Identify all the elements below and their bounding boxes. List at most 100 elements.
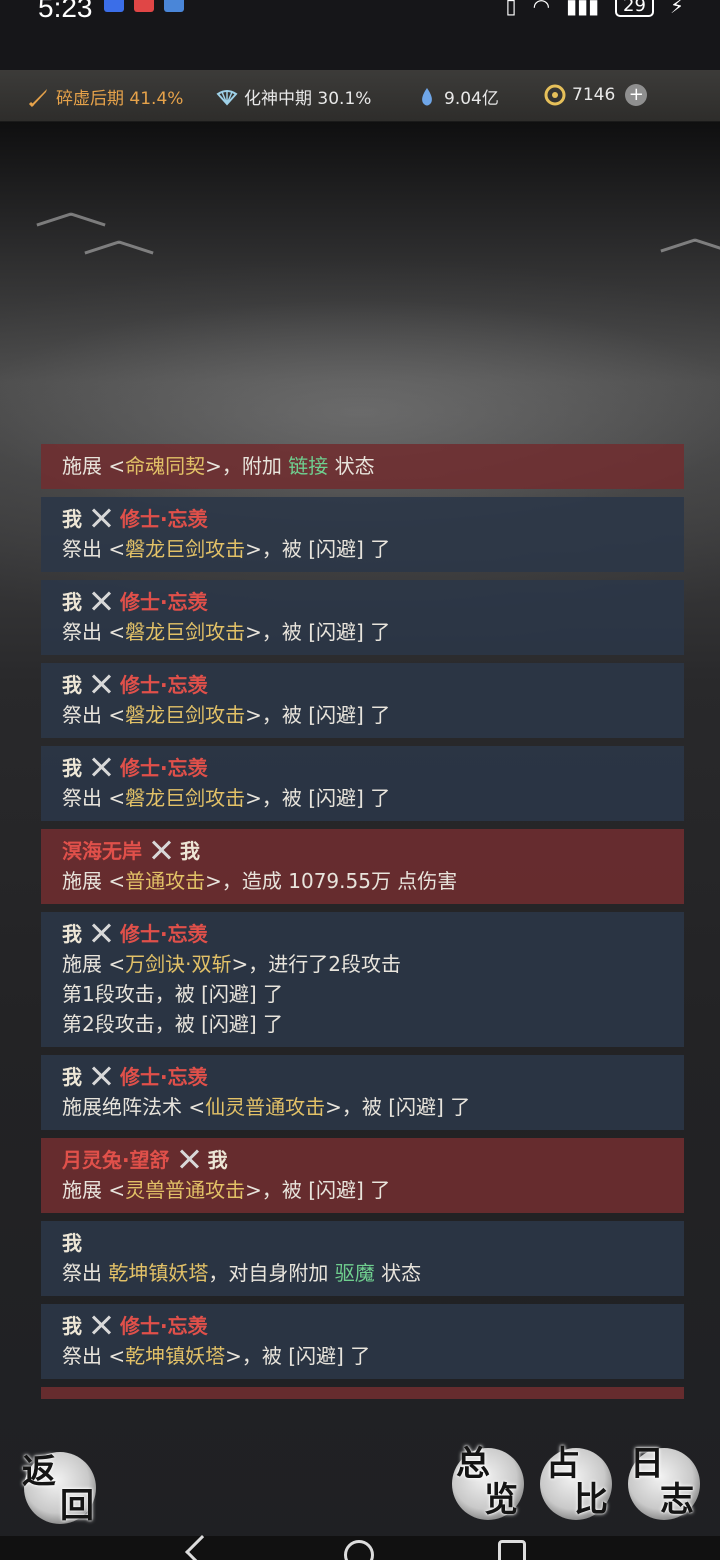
target-name: 我: [180, 839, 200, 863]
log-text: 第2段攻击，被 [闪避] 了: [62, 1012, 284, 1036]
currency[interactable]: 7146 +: [544, 84, 648, 106]
log-entry: 我 修士·忘羡 祭出 <磐龙巨剑攻击>，被 [闪避] 了: [41, 580, 684, 655]
battery-icon: 29: [615, 0, 654, 17]
log-entry: 我 修士·忘羡 祭出 <磐龙巨剑攻击>，被 [闪避] 了: [41, 663, 684, 738]
blue-app-icon: [164, 0, 184, 12]
log-entry: 月灵兔·望舒 我施展 <灵兽普通攻击>，被 [闪避] 了: [41, 1138, 684, 1213]
log-entry: 我 修士·忘羡 施展绝阵法术 <仙灵普通攻击>，被 [闪避] 了: [41, 1055, 684, 1130]
log-text: 祭出 <: [62, 786, 126, 810]
log-text: ，对自身附加: [208, 1261, 335, 1285]
journal-label-bottom: 志: [660, 1480, 694, 1520]
target-name: 修士·忘羡: [120, 590, 208, 614]
log-entry-text: 施展绝阵法术 <仙灵普通攻击>，被 [闪避] 了: [62, 1092, 663, 1122]
nav-recents-icon[interactable]: [498, 1540, 526, 1560]
attacker-name: 我: [62, 1231, 82, 1255]
target-name: 修士·忘羡: [120, 1065, 208, 1089]
log-entry-header: 我 修士·忘羡: [62, 919, 663, 949]
target-name: 我: [207, 1148, 228, 1172]
log-entry: 我 修士·忘羡 祭出 <磐龙巨剑攻击>，被 [闪避] 了: [41, 746, 684, 821]
skill-name: 磐龙巨剑攻击: [125, 620, 246, 644]
attacker-name: 我: [62, 756, 82, 780]
log-text: 施展 <: [62, 1178, 126, 1202]
crossed-swords-icon: [88, 1065, 114, 1087]
main-cultivation[interactable]: 碎虚后期 41.4%: [28, 84, 183, 109]
nav-home-icon[interactable]: [344, 1540, 374, 1560]
wifi-icon: ◠: [532, 0, 551, 18]
skill-name: 万剑诀·双斩: [125, 952, 232, 976]
attacker-name: 我: [62, 1314, 82, 1338]
target-name: 修士·忘羡: [120, 1314, 208, 1338]
crossed-swords-icon: [88, 922, 114, 944]
log-entry-text: 祭出 <磐龙巨剑攻击>，被 [闪避] 了: [62, 783, 663, 813]
crossed-swords-icon: [88, 507, 114, 529]
crane-decoration: [36, 210, 106, 230]
resource-bar: 碎虚后期 41.4% 化神中期 30.1% 9.04亿 7146 +: [0, 70, 720, 122]
log-entry-text: 第2段攻击，被 [闪避] 了: [62, 1009, 663, 1039]
crossed-swords-icon: [88, 1314, 114, 1336]
log-entry-text: 祭出 <磐龙巨剑攻击>，被 [闪避] 了: [62, 617, 663, 647]
log-text: >，造成 1079.55万 点伤害: [205, 869, 458, 893]
back-label-bottom: 回: [60, 1486, 94, 1526]
log-entry: 我 修士·忘羡祭出 <磐龙巨剑攻击>，被 [闪避] 了: [41, 497, 684, 572]
log-text: 状态: [328, 454, 375, 478]
target-name: 修士·忘羡: [120, 922, 208, 946]
log-text: >，附加: [205, 454, 289, 478]
back-label-top: 返: [22, 1452, 56, 1492]
log-text: 施展绝阵法术 <: [62, 1095, 206, 1119]
log-text: >，进行了2段攻击: [231, 952, 401, 976]
system-nav-bar: [0, 1535, 720, 1560]
log-text: >，被 [闪避] 了: [245, 1178, 391, 1202]
nav-back-icon[interactable]: [185, 1535, 219, 1560]
log-text: 祭出 <: [62, 537, 126, 561]
ratio-label-bottom: 比: [574, 1480, 608, 1520]
log-entry-header: 溟海无岸 我: [62, 836, 663, 866]
attacker-name: 我: [62, 507, 82, 531]
log-text: 祭出 <: [62, 703, 126, 727]
log-entry-text: 施展 <灵兽普通攻击>，被 [闪避] 了: [62, 1175, 663, 1205]
secondary-cultivation[interactable]: 化神中期 30.1%: [216, 84, 371, 109]
charging-icon: ⚡: [669, 0, 684, 18]
log-entry-partial: [41, 1387, 684, 1399]
log-entry: 溟海无岸 我施展 <普通攻击>，造成 1079.55万 点伤害: [41, 829, 684, 904]
attacker-name: 我: [62, 922, 82, 946]
target-name: 修士·忘羡: [120, 673, 208, 697]
combat-log[interactable]: 施展 <命魂同契>，附加 链接 状态我修士·忘羡 祭出 <磐龙巨剑攻击>，被 [闪…: [41, 444, 684, 1399]
log-entry: 施展 <命魂同契>，附加 链接 状态: [41, 444, 684, 489]
crossed-swords-icon: [176, 1148, 202, 1170]
crane-decoration: [660, 236, 720, 256]
fan-icon: [216, 89, 238, 105]
signal-icon: ▮▮▮: [566, 0, 600, 18]
notification-icons: [104, 0, 184, 12]
log-entry: 我 修士·忘羡 祭出 <乾坤镇妖塔>，被 [闪避] 了: [41, 1304, 684, 1379]
plus-icon[interactable]: +: [625, 84, 648, 106]
log-text: >，被 [闪避] 了: [245, 620, 391, 644]
log-entry-header: 月灵兔·望舒 我: [62, 1145, 663, 1175]
log-entry-text: 施展 <命魂同契>，附加 链接 状态: [62, 451, 663, 481]
crossed-swords-icon: [148, 839, 174, 861]
log-text: 施展 <: [62, 869, 126, 893]
log-entry-header: 我 修士·忘羡: [62, 504, 663, 534]
log-text: 第1段攻击，被 [闪避] 了: [62, 982, 284, 1006]
attacker-name: 我: [62, 673, 82, 697]
log-text: 祭出 <: [62, 1344, 126, 1368]
skill-name: 仙灵普通攻击: [205, 1095, 326, 1119]
overview-label-bottom: 览: [484, 1480, 518, 1520]
log-text: 祭出: [62, 1261, 109, 1285]
log-text: 祭出 <: [62, 620, 126, 644]
ratio-label-top: 占: [546, 1444, 580, 1484]
overview-label-top: 总: [456, 1444, 490, 1484]
red-app-icon: [134, 0, 154, 12]
crane-decoration: [84, 238, 154, 258]
target-name: 修士·忘羡: [120, 507, 208, 531]
log-entry-header: 我 修士·忘羡: [62, 670, 663, 700]
skill-name: 灵兽普通攻击: [125, 1178, 246, 1202]
log-entry: 我祭出 乾坤镇妖塔，对自身附加 驱魔 状态: [41, 1221, 684, 1296]
status-effect: 驱魔: [334, 1261, 375, 1285]
spirit-stones[interactable]: 9.04亿: [416, 84, 499, 109]
vibrate-icon: ▯: [505, 0, 517, 18]
skill-name: 乾坤镇妖塔: [108, 1261, 209, 1285]
log-entry-text: 祭出 <磐龙巨剑攻击>，被 [闪避] 了: [62, 534, 663, 564]
droplet-icon: [422, 87, 432, 105]
skill-name: 普通攻击: [125, 869, 206, 893]
skill-name: 磐龙巨剑攻击: [125, 537, 246, 561]
